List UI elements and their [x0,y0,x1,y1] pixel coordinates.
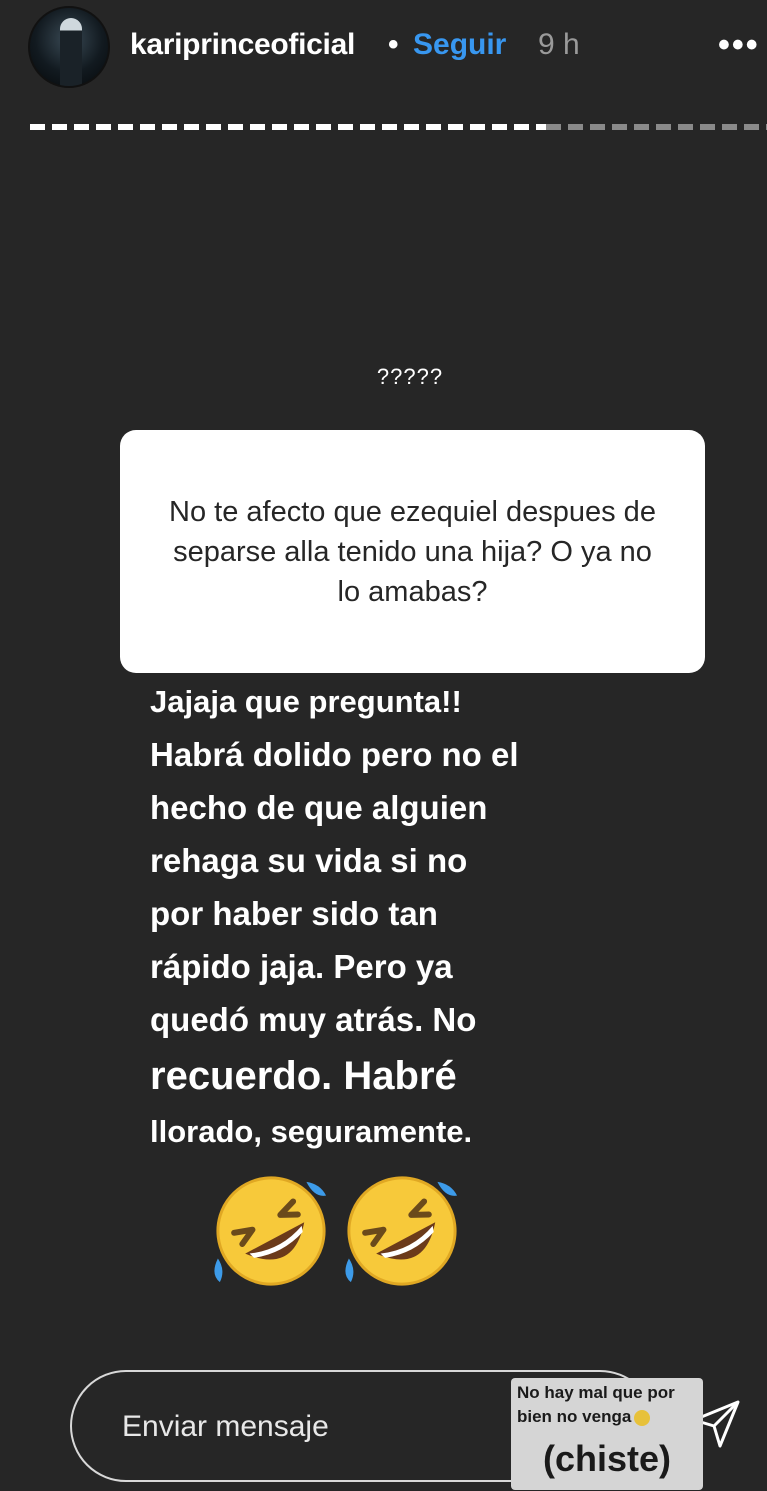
question-sticker: No te afecto que ezequiel despues de sep… [120,430,705,673]
story-progress-bar [30,124,767,132]
progress-remaining [545,124,767,130]
note-big-text: (chiste) [542,1438,672,1479]
smile-emoji-icon [634,1409,651,1426]
question-sticker-header: ????? [376,364,444,389]
story-viewer[interactable]: kariprinceoficial • Seguir 9 h ••• ?????… [0,0,767,1491]
answer-line: quedó muy atrás. No [150,1001,477,1038]
answer-line: rápido jaja. Pero ya [150,948,453,985]
more-options-icon[interactable]: ••• [718,28,767,62]
username[interactable]: kariprinceoficial [130,28,355,62]
rolling-on-floor-laughing-icon [214,1176,327,1286]
answer-text: Jajaja que pregunta!! Habrá dolido pero … [150,676,540,1158]
message-placeholder: Enviar mensaje [122,1410,329,1443]
note-line-2: bien no venga [517,1405,697,1429]
answer-line: recuerdo. Habré [150,1054,457,1098]
answer-line: rehaga su vida si no [150,842,468,879]
question-text: No te afecto que ezequiel despues de sep… [169,495,656,608]
answer-line: llorado, seguramente. [150,1114,473,1149]
avatar[interactable] [28,6,110,88]
note-line-2-text: bien no venga [517,1407,632,1426]
answer-line: por haber sido tan [150,895,438,932]
story-header: kariprinceoficial • Seguir 9 h ••• [0,0,767,100]
answer-line: Jajaja que pregunta!! [150,684,462,719]
follow-button[interactable]: Seguir [413,28,506,62]
answer-line: Habrá dolido pero no el [150,736,519,773]
answer-line: hecho de que alguien [150,789,488,826]
caption-note: No hay mal que por bien no venga (chiste… [511,1378,703,1490]
note-line-1: No hay mal que por [517,1383,675,1402]
timestamp: 9 h [538,28,580,61]
separator-dot: • [388,28,399,61]
avatar-figure [60,18,82,86]
progress-viewed [30,124,546,130]
rolling-on-floor-laughing-icon [345,1176,458,1286]
